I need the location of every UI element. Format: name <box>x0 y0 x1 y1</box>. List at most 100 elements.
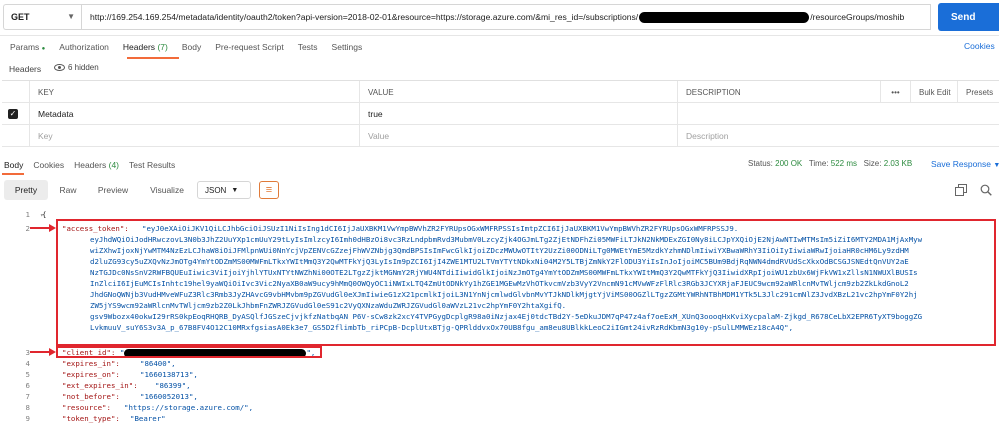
column-header-value: VALUE <box>359 81 677 103</box>
json-value: "https://storage.azure.com/", <box>124 403 254 412</box>
response-code-view: 1 2 3 4 5 6 7 8 9 ▾ { "access_token": "e… <box>0 208 999 445</box>
json-value: "Bearer" <box>130 414 166 423</box>
header-description-field[interactable] <box>677 103 880 125</box>
active-tab-indicator <box>127 57 179 59</box>
headers-section-label: Headers <box>9 64 42 74</box>
time-label: Time: <box>808 159 829 168</box>
search-icon[interactable] <box>980 184 992 196</box>
tab-headers[interactable]: Headers (7) <box>123 42 168 52</box>
size-value: 2.03 KB <box>883 159 913 168</box>
tab-response-headers[interactable]: Headers (4) <box>74 160 119 170</box>
json-key: "resource": <box>62 403 111 412</box>
json-open-brace: { <box>42 210 47 219</box>
line-number: 2 <box>25 224 30 233</box>
json-key: "ext_expires_in": <box>62 381 138 390</box>
response-status: Status: 200 OK Time: 522 ms Size: 2.03 K… <box>748 159 912 168</box>
line-number: 8 <box>25 403 30 412</box>
column-header-description: DESCRIPTION <box>677 81 880 103</box>
line-number: 5 <box>25 370 30 379</box>
line-number: 3 <box>25 348 30 357</box>
view-raw-button[interactable]: Raw <box>52 180 84 200</box>
time-value: 522 ms <box>830 159 857 168</box>
cookies-link[interactable]: Cookies <box>964 41 995 51</box>
method-select[interactable]: GET ▼ <box>3 4 81 30</box>
annotation-arrow-head <box>49 348 56 356</box>
presets-button[interactable]: Presets <box>957 81 999 103</box>
line-number: 6 <box>25 381 30 390</box>
annotation-arrow-head <box>49 224 56 232</box>
save-response-button[interactable]: Save Response ▼ <box>931 159 999 169</box>
tab-test-results[interactable]: Test Results <box>129 160 175 170</box>
row-checkbox-cell-empty <box>2 125 29 147</box>
table-row-empty: Key Value Description <box>2 125 999 147</box>
access-token-highlight-box <box>56 219 996 346</box>
view-pretty-button[interactable]: Pretty <box>4 180 48 200</box>
tab-params-label: Params <box>10 42 40 52</box>
bulk-edit-button[interactable]: Bulk Edit <box>910 81 957 103</box>
send-button[interactable]: Send <box>938 3 999 31</box>
view-preview-button[interactable]: Preview <box>90 180 136 200</box>
tab-settings[interactable]: Settings <box>332 42 363 52</box>
wrap-lines-icon[interactable]: ≡ <box>259 181 279 199</box>
json-value: "1660138713", <box>140 370 198 379</box>
line-number: 1 <box>25 210 30 219</box>
tab-response-headers-label: Headers <box>74 160 107 170</box>
header-value-field[interactable]: true <box>359 103 677 125</box>
json-key: "not_before": <box>62 392 120 401</box>
line-number: 9 <box>25 414 30 423</box>
json-key: "expires_in": <box>62 359 120 368</box>
hidden-headers-label: 6 hidden <box>68 63 99 72</box>
chevron-down-icon: ▼ <box>67 12 75 21</box>
client-id-highlight-box <box>56 346 322 358</box>
tab-tests[interactable]: Tests <box>298 42 318 52</box>
active-response-tab-indicator <box>2 173 24 175</box>
json-key: "expires_on": <box>62 370 120 379</box>
table-header-row: KEY VALUE DESCRIPTION ••• Bulk Edit Pres… <box>2 81 999 103</box>
column-header-key: KEY <box>29 81 359 103</box>
tab-params[interactable]: Params ● <box>10 42 45 52</box>
chevron-down-icon: ▼ <box>231 186 239 194</box>
request-tabs: Params ● Authorization Headers (7) Body … <box>0 37 999 57</box>
annotation-arrow <box>30 351 50 353</box>
format-select-value: JSON <box>205 185 227 195</box>
tab-authorization[interactable]: Authorization <box>59 42 109 52</box>
view-toolbar: Pretty Raw Preview Visualize JSON ▼ ≡ <box>0 180 999 202</box>
description-placeholder-field[interactable]: Description <box>677 125 880 147</box>
tab-pre-request-script[interactable]: Pre-request Script <box>215 42 284 52</box>
key-placeholder-field[interactable]: Key <box>29 125 359 147</box>
tab-response-headers-count: (4) <box>108 160 119 170</box>
view-visualize-button[interactable]: Visualize <box>142 180 192 200</box>
copy-icon[interactable] <box>955 184 967 196</box>
tab-response-body[interactable]: Body <box>4 160 23 170</box>
size-label: Size: <box>863 159 882 168</box>
method-label: GET <box>11 12 30 22</box>
json-value: "86399", <box>155 381 191 390</box>
value-placeholder-field[interactable]: Value <box>359 125 677 147</box>
tab-response-cookies[interactable]: Cookies <box>33 160 64 170</box>
url-input[interactable]: http://169.254.169.254/metadata/identity… <box>81 4 931 30</box>
checkbox-icon[interactable]: ✓ <box>8 109 18 119</box>
more-options-button[interactable]: ••• <box>880 81 910 103</box>
line-number: 7 <box>25 392 30 401</box>
tab-headers-label: Headers <box>122 42 156 52</box>
header-key-field[interactable]: Metadata <box>29 103 359 125</box>
redaction-mark <box>639 11 810 23</box>
params-dot-indicator: ● <box>41 46 46 52</box>
json-key: "token_type": <box>62 414 120 423</box>
table-row: ✓ Metadata true <box>2 103 999 125</box>
json-value: "1660052013", <box>140 392 198 401</box>
status-value: 200 OK <box>775 159 803 168</box>
annotation-arrow <box>30 227 50 229</box>
hidden-headers-toggle[interactable]: 6 hidden <box>54 63 99 72</box>
format-select[interactable]: JSON ▼ <box>197 181 251 199</box>
chevron-down-icon: ▼ <box>993 162 999 169</box>
line-number: 4 <box>25 359 30 368</box>
url-text-part1: http://169.254.169.254/metadata/identity… <box>90 12 639 22</box>
tab-headers-count: (7) <box>157 42 168 52</box>
tab-body[interactable]: Body <box>182 42 201 52</box>
url-text-part2: /resourceGroups/moshib <box>810 12 905 22</box>
headers-table: KEY VALUE DESCRIPTION ••• Bulk Edit Pres… <box>2 80 999 147</box>
send-label: Send <box>951 11 976 23</box>
row-checkbox-cell[interactable]: ✓ <box>2 103 29 125</box>
status-label: Status: <box>748 159 773 168</box>
